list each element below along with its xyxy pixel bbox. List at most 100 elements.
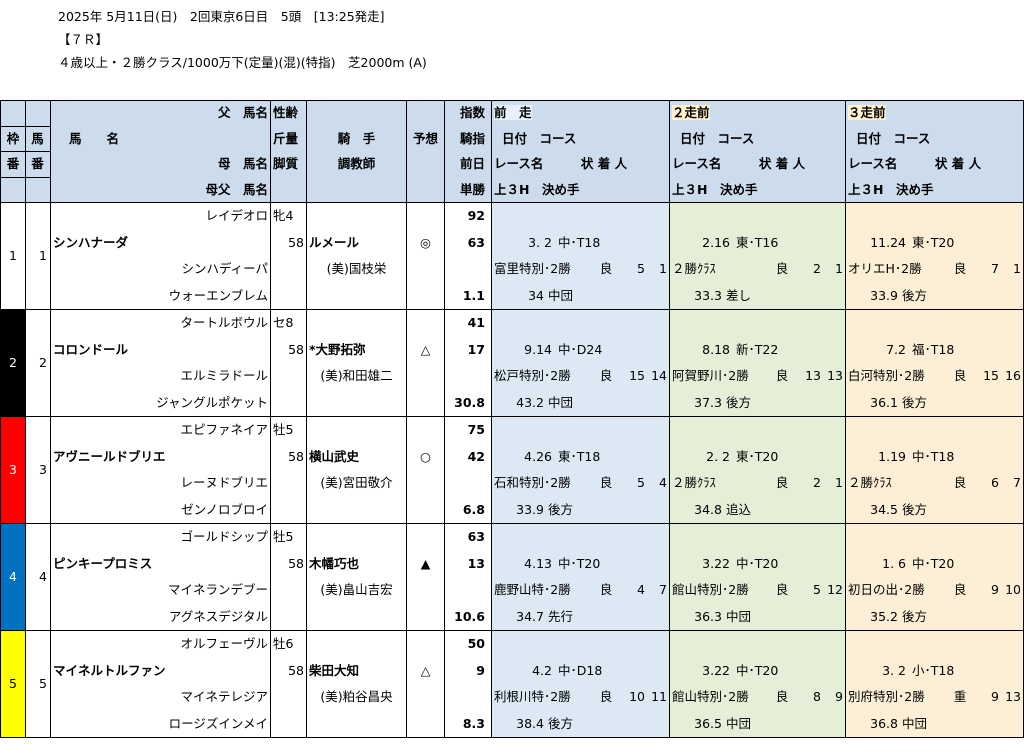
prev1-up3h: 34.7 先行: [491, 603, 670, 632]
sex-age: 牡5: [270, 416, 307, 444]
prev3-date-course: 3. 2 小･T18: [845, 657, 1024, 685]
blank: [406, 282, 445, 311]
weight: 58: [270, 336, 307, 364]
sex-age: 牡6: [270, 630, 307, 658]
prev3-date-course: 7.2 福･T18: [845, 336, 1024, 364]
p2-kimete: 後方: [726, 394, 752, 410]
p1-kimete: 後方: [548, 501, 574, 517]
weight: 58: [270, 657, 307, 685]
index-value: 75: [444, 416, 492, 444]
prediction-mark: △: [406, 336, 445, 364]
p1-kimete: 後方: [548, 715, 574, 731]
p1-result: 良 10 11: [589, 684, 667, 711]
col-jidx: 騎指: [444, 126, 492, 152]
p2-race-name: ２勝ｸﾗｽ: [672, 475, 716, 491]
prev1-date-course: 4.2 中･D18: [491, 657, 670, 685]
race-number: 【７Ｒ】: [58, 32, 109, 47]
p3-result: 良 67: [943, 470, 1021, 497]
running-style: [270, 363, 307, 390]
col-prev1-race: レース名 状 着 人: [491, 151, 670, 178]
table-row: レーヌドブリエ (美)宮田敬介 石和特別･2勝 良 5 4 ２勝ｸﾗｽ 良 2 1 ２勝ｸﾗｽ 良 6 7: [1, 470, 1024, 497]
horse-name: ピンキープロミス: [50, 550, 271, 578]
p2-race-name: ２勝ｸﾗｽ: [672, 261, 716, 277]
prev3-date-course: 1. 6 中･T20: [845, 550, 1024, 578]
col-prev3-date: 日付 コース: [845, 126, 1024, 152]
p3-pop: 13: [1005, 689, 1021, 705]
table-row: 5 5 オルフェーヴル 牡6 50: [0, 630, 1024, 739]
sire-name: エピファネイア: [50, 416, 271, 444]
horse-number: 4: [25, 523, 51, 632]
p2-up3h: 37.3: [694, 394, 722, 410]
col-yoso-blank3: [406, 177, 445, 204]
col-jockey: 騎 手: [306, 126, 407, 152]
p3-kimete: 後方: [902, 394, 928, 410]
blank: [270, 710, 307, 739]
p3-race-name: ２勝ｸﾗｽ: [848, 475, 892, 491]
p3-up3h: 34.5: [870, 501, 898, 517]
blank: [406, 363, 445, 390]
blank: [306, 603, 407, 632]
table-row: シンハディーパ (美)国枝栄 富里特別･2勝良 5 1 ２勝ｸﾗｽ良 2 1 オリエH･2勝良 7…: [1, 256, 1024, 283]
p2-result: 良 21: [765, 256, 843, 283]
p2-result: 良 13 13: [765, 363, 843, 390]
table-row: コロンドール 58 *大野拓弥 △ 17 9.14 中･D24 8.18 新･T22 7.2 福･T…: [1, 336, 1024, 364]
waku-cell: 2: [0, 309, 26, 418]
blank: [491, 202, 670, 230]
prev2-date-course: 3.22 中･T20: [669, 550, 846, 578]
horse-name: シンハナーダ: [50, 229, 271, 257]
p3-date: 7.2: [886, 341, 906, 357]
prev1-race: 松戸特別･2勝 良 15 14: [491, 363, 670, 390]
p3-date: 11.24: [870, 234, 906, 250]
table-row: マイネテレジア (美)粕谷昌央 利根川特･2勝良 10 11 館山特別･2勝良 8 9 別府特別…: [1, 684, 1024, 711]
col-prevday: 前日: [444, 151, 492, 178]
blank: [845, 202, 1024, 230]
prev2-race: 館山特別･2勝 良 8 9: [669, 684, 846, 711]
prev3-up3h: 36.8 中団: [845, 710, 1024, 739]
prev1-up3h: 43.2 中団: [491, 389, 670, 418]
p2-pos: 2: [813, 261, 821, 277]
blank: [306, 282, 407, 311]
blank: [406, 603, 445, 632]
p1-result: 良 54: [589, 470, 667, 497]
horse-name: アヴニールドブリエ: [50, 443, 271, 471]
p1-race-name: 利根川特･2勝: [494, 689, 571, 705]
p2-date: 3.22: [702, 662, 730, 678]
col-prev1: 前 走: [491, 100, 670, 127]
col-uma: [25, 100, 51, 127]
jockey-name: *大野拓弥: [306, 336, 407, 364]
p2-date: 8.18: [702, 341, 730, 357]
p2-pop: 12: [827, 582, 843, 598]
horse-number: 3: [25, 416, 51, 525]
table-row: ゼンノロブロイ 6.8 33.9 後方 34.8 追込 34.5 後方: [1, 496, 1024, 525]
prev1-date-course: 4.26 東･T18: [491, 443, 670, 471]
col-jockey-blank2: [306, 177, 407, 204]
p3-result: 良 9 10: [943, 577, 1021, 604]
blank: [306, 630, 407, 658]
blank: [406, 577, 445, 604]
p3-cond: 重: [953, 689, 967, 705]
p1-pos: 4: [637, 582, 645, 598]
p3-course: 小･T18: [912, 662, 955, 678]
p1-pop: 7: [659, 582, 667, 598]
blank: [491, 416, 670, 444]
index-value: 50: [444, 630, 492, 658]
table-row: シンハナーダ 58 ルメール ◎ 63 3. 2 中･T18 2.16 東･T16 11.24 東･…: [1, 229, 1024, 257]
index-value: 41: [444, 309, 492, 337]
col-waku-1: 枠: [0, 125, 26, 153]
race-date-line: 2025年 5月11日(日) 2回東京6日目 5頭 [13:25発走]: [58, 9, 385, 24]
p3-date: 3. 2: [882, 662, 906, 678]
blank: [669, 309, 846, 337]
p1-kimete: 中団: [548, 287, 574, 303]
p3-up3h: 33.9: [870, 287, 898, 303]
p3-kimete: 後方: [902, 501, 928, 517]
sire-name: レイデオロ: [50, 202, 271, 230]
p3-result: 重 9 13: [943, 684, 1021, 711]
col-waku-3: [0, 176, 26, 204]
p1-race-name: 石和特別･2勝: [494, 475, 571, 491]
col-jockey-blank: [306, 100, 407, 127]
prediction-mark: ▲: [406, 550, 445, 578]
sire-name: タートルボウル: [50, 309, 271, 337]
p3-pop: 1: [1013, 261, 1021, 277]
p2-pop: 9: [835, 689, 843, 705]
prev1-race: 鹿野山特･2勝 良 4 7: [491, 577, 670, 604]
